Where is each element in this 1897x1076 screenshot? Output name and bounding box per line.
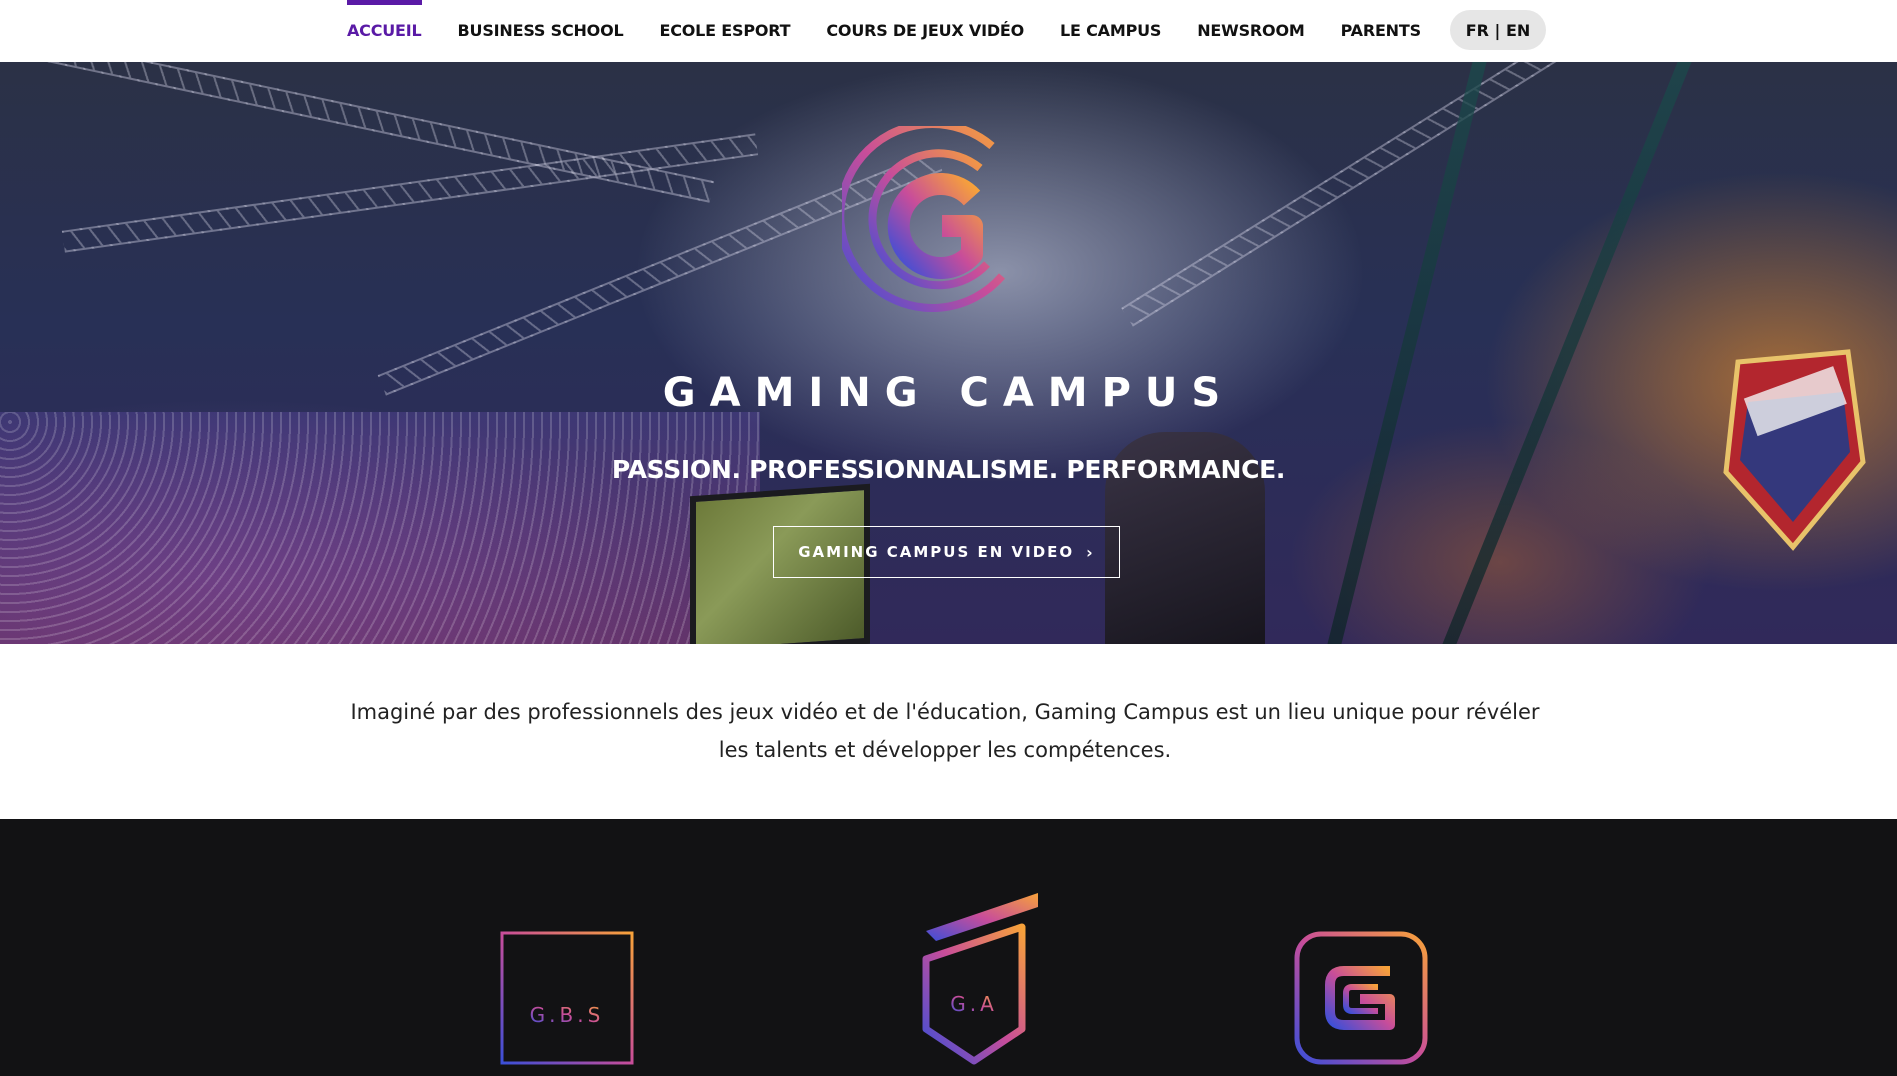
ga-logo-shape: G.A — [922, 893, 1038, 1065]
nav-item-business-school[interactable]: BUSINESS SCHOOL — [458, 0, 624, 62]
gbs-logo-shape: G.B.S — [500, 931, 634, 1065]
nav-item-le-campus[interactable]: LE CAMPUS — [1060, 0, 1161, 62]
crowd-image — [0, 412, 760, 644]
language-switcher[interactable]: FR | EN — [1450, 10, 1546, 50]
g-logo-icon[interactable] — [1294, 931, 1428, 1065]
nav-item-ecole-esport[interactable]: ECOLE ESPORT — [660, 0, 791, 62]
top-navigation: ACCUEIL BUSINESS SCHOOL ECOLE ESPORT COU… — [0, 0, 1897, 62]
gbs-logo-label: G.B.S — [530, 1003, 605, 1027]
intro-section: Imaginé par des professionnels des jeux … — [0, 644, 1897, 819]
hero-banner: GAMING CAMPUS PASSION. PROFESSIONNALISME… — [0, 62, 1897, 644]
hero-tagline: PASSION. PROFESSIONNALISME. PERFORMANCE. — [611, 455, 1286, 484]
intro-text: Imaginé par des professionnels des jeux … — [350, 700, 1540, 762]
ga-logo-label: G.A — [950, 992, 998, 1016]
nav-item-cours-jeux-video[interactable]: COURS DE JEUX VIDÉO — [826, 0, 1024, 62]
stage-truss-decoration — [61, 133, 759, 253]
gaming-campus-logo-icon — [842, 126, 1006, 312]
gbs-logo-icon[interactable]: G.B.S — [500, 931, 634, 1065]
g-logo-shape — [1294, 931, 1428, 1065]
stage-truss-decoration — [1121, 62, 1659, 327]
stage-truss-decoration — [0, 62, 714, 203]
ga-logo-icon[interactable]: G.A — [922, 889, 1040, 1065]
video-button-label: GAMING CAMPUS EN VIDEO — [798, 543, 1075, 561]
nav-item-newsroom[interactable]: NEWSROOM — [1197, 0, 1305, 62]
nav-item-accueil[interactable]: ACCUEIL — [347, 0, 422, 62]
schools-section: G.B.S G.A — [0, 819, 1897, 1076]
brand-title: GAMING CAMPUS — [662, 370, 1235, 416]
stage-pillar — [1442, 62, 1692, 644]
nav-item-parents[interactable]: PARENTS — [1341, 0, 1422, 62]
video-button[interactable]: GAMING CAMPUS EN VIDEO › — [773, 526, 1120, 578]
chevron-right-icon: › — [1086, 542, 1095, 562]
nav-menu: ACCUEIL BUSINESS SCHOOL ECOLE ESPORT COU… — [347, 0, 1457, 62]
